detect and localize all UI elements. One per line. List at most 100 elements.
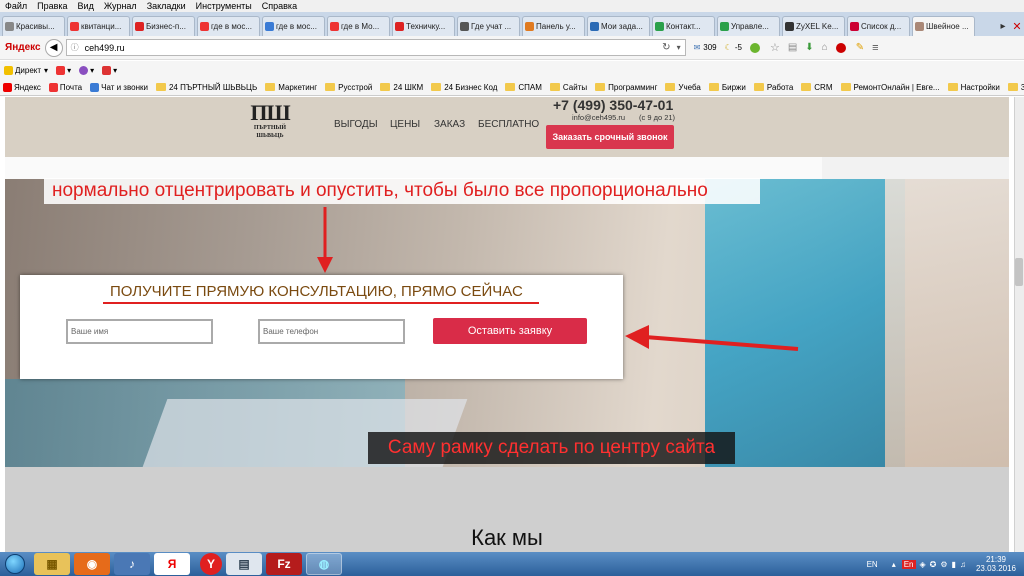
bookmark-item[interactable]: Чат и звонки [90,82,148,92]
menu-file[interactable]: Файл [0,1,32,11]
media-icon[interactable]: ♪ [114,553,150,575]
menu-history[interactable]: Журнал [99,1,142,11]
header-email[interactable]: info@ceh495.ru [572,113,625,122]
tab-9[interactable]: Мои зада... [587,16,650,36]
nav-link-prices[interactable]: ЦЕНЫ [390,119,420,130]
toolbar-icon-3[interactable]: ▾ [79,65,94,75]
toolbar-icon-2[interactable]: ▾ [56,65,71,75]
mail-counter[interactable]: ✉ 309 [694,43,717,52]
lastpass-icon[interactable] [835,42,848,53]
bookmark-item[interactable]: 360 площадок [1007,83,1024,92]
home-icon[interactable]: ⌂ [822,42,828,53]
language-indicator[interactable]: EN [867,560,878,569]
header-phone[interactable]: +7 (499) 350-47-01 [553,97,673,113]
reload-icon[interactable]: ↻ [662,42,670,53]
bookmark-item[interactable]: Сайты [549,83,587,92]
bookmark-item[interactable]: Программинг [595,83,657,92]
tab-favicon-icon [655,22,664,31]
tray-icon-2[interactable]: ◈ [920,560,926,569]
dropdown-icon[interactable]: ▾ [677,43,681,52]
extension-icon-1[interactable] [749,42,762,53]
tab-3[interactable]: где в мос... [197,16,260,36]
address-bar[interactable]: ⓘ ceh499.ru ↻ ▾ [65,39,686,56]
tray-arrow-icon[interactable]: ▴ [892,560,896,569]
tray-icon-3[interactable]: ✪ [930,560,937,569]
filezilla-icon[interactable]: Fz [266,553,302,575]
tab-13[interactable]: Список д... [847,16,910,36]
explorer-icon[interactable]: ▦ [34,553,70,575]
menu-bookmarks[interactable]: Закладки [142,1,191,11]
menu-help[interactable]: Справка [257,1,302,11]
start-button[interactable] [0,552,30,576]
bookmark-item[interactable]: СПАМ [505,83,542,92]
scrollbar[interactable] [1014,97,1024,552]
urgent-call-button[interactable]: Заказать срочный звонок [546,125,674,149]
yandex-icon[interactable]: Я [154,553,190,575]
firefox-icon[interactable]: ◉ [74,553,110,575]
weather-widget[interactable]: ☾ -5 [725,43,742,52]
pencil-icon[interactable]: ✎ [856,42,864,53]
close-window-icon[interactable]: ✕ [1010,16,1024,36]
bookmark-item[interactable]: 24 ШКМ [380,83,423,92]
bookmark-item[interactable]: РемонтОнлайн | Евге... [840,82,940,92]
bookmark-item[interactable]: Русстрой [325,83,372,92]
tray-icon-1[interactable]: En [901,559,916,569]
menu-icon[interactable]: ≡ [872,42,878,54]
scrollbar-thumb[interactable] [1015,258,1023,286]
active-window-icon[interactable]: ◍ [306,553,342,575]
nav-link-free[interactable]: БЕСПЛАТНО [478,119,539,130]
download-icon[interactable]: ⬇ [805,42,813,53]
tab-4[interactable]: где в мос... [262,16,325,36]
bookmark-item[interactable]: 24 ПЪРТНЫЙ ШЬВЬЦЬ [155,83,257,92]
clock[interactable]: 21:39 23.03.2016 [976,555,1016,573]
tab-12[interactable]: ZyXEL Ke... [782,16,845,36]
bookmark-item[interactable]: Маркетинг [265,83,317,92]
tab-2[interactable]: Бизнес-п... [132,16,195,36]
tab-6[interactable]: Техничку... [392,16,455,36]
bookmark-item[interactable]: Почта [48,82,82,92]
phone-input[interactable]: Ваше телефон [258,319,405,344]
tab-label: Красивы... [16,22,55,31]
tab-0[interactable]: Красивы... [2,16,65,36]
direct-button[interactable]: Директ ▾ [4,65,48,75]
star-icon[interactable]: ☆ [770,41,780,54]
form-title: ПОЛУЧИТЕ ПРЯМУЮ КОНСУЛЬТАЦИЮ, ПРЯМО СЕЙЧ… [110,283,523,300]
tab-8[interactable]: Панель у... [522,16,585,36]
bookmark-item[interactable]: Биржи [708,83,746,92]
windows-taskbar: ▦ ◉ ♪ Я Y ▤ Fz ◍ EN ▴ En ◈ ✪ ⚙ ▮ ♫ 21:39… [0,552,1024,576]
menu-edit[interactable]: Правка [32,1,72,11]
tab-7[interactable]: Где учат ... [457,16,520,36]
bookmark-item[interactable]: Настройки [947,83,1000,92]
tab-10[interactable]: Контакт... [652,16,715,36]
network-icon[interactable]: ▮ [952,560,956,569]
tab-11[interactable]: Управле... [717,16,780,36]
bookmark-item[interactable]: Яндекс [3,82,41,92]
name-input[interactable]: Ваше имя [66,319,213,344]
folder-icon [265,83,276,91]
nav-link-order[interactable]: ЗАКАЗ [434,119,465,130]
menu-tools[interactable]: Инструменты [191,1,257,11]
tab-14[interactable]: Швейное ... [912,16,975,36]
menu-view[interactable]: Вид [73,1,99,11]
bookmarks-icon[interactable]: ▤ [788,42,797,53]
tab-favicon-icon [330,22,339,31]
volume-icon[interactable]: ♫ [960,560,966,569]
url-text: ceh499.ru [84,42,125,53]
tray-icon-4[interactable]: ⚙ [940,560,947,569]
bookmark-item[interactable]: 24 Бизнес Код [431,83,497,92]
bookmark-item[interactable]: CRM [801,83,833,92]
nav-link-benefits[interactable]: ВЫГОДЫ [334,119,378,130]
site-logo[interactable]: ПШ ПЪРТНЫЙ ШЬВЬЦЬ [250,102,290,148]
yandex-browser-icon[interactable]: Y [200,553,222,575]
bookmark-label: РемонтОнлайн | Евге... [853,82,940,92]
bookmark-item[interactable]: Работа [753,83,793,92]
tab-label: Техничку... [406,22,446,31]
submit-button[interactable]: Оставить заявку [433,318,587,344]
document-icon[interactable]: ▤ [226,553,262,575]
back-button[interactable]: ◀ [44,38,63,57]
toolbar-icon-4[interactable]: ▾ [102,65,117,75]
tab-1[interactable]: квитанци... [67,16,130,36]
tab-5[interactable]: где в Мо... [327,16,390,36]
tab-scroll-right-icon[interactable]: ▸ [996,16,1010,36]
bookmark-item[interactable]: Учеба [665,83,701,92]
